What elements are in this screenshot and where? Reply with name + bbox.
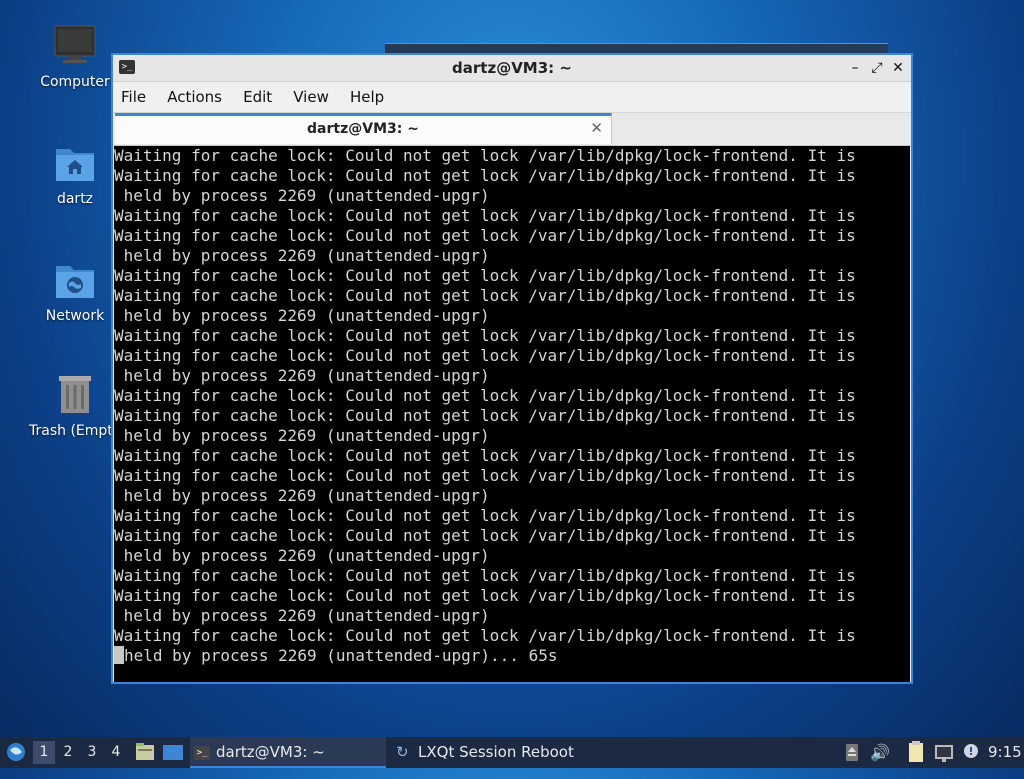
menu-actions[interactable]: Actions — [159, 82, 230, 112]
workspace-4[interactable]: 4 — [105, 741, 127, 764]
desktop-icon-label: Trash (Empt — [29, 423, 113, 439]
terminal-line: Waiting for cache lock: Could not get lo… — [114, 206, 856, 225]
terminal-line: Waiting for cache lock: Could not get lo… — [114, 226, 856, 245]
terminal-line: Waiting for cache lock: Could not get lo… — [114, 626, 856, 645]
terminal-line: Waiting for cache lock: Could not get lo… — [114, 286, 856, 305]
task-session-reboot[interactable]: ↻ LXQt Session Reboot — [392, 737, 592, 768]
desktop-icon-network[interactable]: Network — [25, 258, 125, 324]
restore-button[interactable]: ⤢ — [867, 58, 887, 78]
tray-up-arrow[interactable] — [845, 737, 859, 768]
desktop-icon — [163, 745, 183, 760]
terminal-line: Waiting for cache lock: Could not get lo… — [114, 446, 856, 465]
terminal-icon: >_ — [194, 745, 210, 760]
terminal-line: Waiting for cache lock: Could not get lo… — [114, 526, 856, 545]
reboot-icon: ↻ — [396, 743, 409, 761]
eject-icon — [846, 744, 858, 761]
terminal-line: Waiting for cache lock: Could not get lo… — [114, 326, 856, 345]
workspace-3[interactable]: 3 — [81, 741, 103, 764]
terminal-line: held by process 2269 (unattended-upgr) — [114, 246, 490, 265]
terminal-line-text: held by process 2269 (unattended-upgr)..… — [124, 646, 558, 665]
monitor-icon — [53, 24, 97, 68]
tab-bar: dartz@VM3: ~ ✕ — [113, 113, 911, 146]
tab-label: dartz@VM3: ~ — [307, 121, 419, 137]
desktop-icon-label: dartz — [56, 191, 94, 207]
terminal-line: held by process 2269 (unattended-upgr) — [114, 306, 490, 325]
trash-icon — [53, 373, 97, 417]
show-desktop-launcher[interactable] — [161, 737, 185, 768]
terminal-line: held by process 2269 (unattended-upgr) — [114, 486, 490, 505]
terminal-line: Waiting for cache lock: Could not get lo… — [114, 506, 856, 525]
desktop-icon-computer[interactable]: Computer — [25, 24, 125, 90]
terminal-line: held by process 2269 (unattended-upgr) — [114, 186, 490, 205]
terminal-line: held by process 2269 (unattended-upgr) — [114, 426, 490, 445]
window-title: dartz@VM3: ~ — [452, 59, 572, 77]
menu-edit[interactable]: Edit — [235, 82, 280, 112]
task-terminal[interactable]: >_ dartz@VM3: ~ — [190, 737, 386, 768]
task-label: dartz@VM3: ~ — [216, 743, 325, 761]
terminal-line: Waiting for cache lock: Could not get lo… — [114, 586, 856, 605]
terminal-line: Waiting for cache lock: Could not get lo… — [114, 346, 856, 365]
terminal-line: Waiting for cache lock: Could not get lo… — [114, 566, 856, 585]
minimize-button[interactable]: – — [845, 58, 865, 78]
terminal-line: Waiting for cache lock: Could not get lo… — [114, 406, 856, 425]
terminal-last-line: held by process 2269 (unattended-upgr)..… — [114, 646, 910, 666]
home-folder-icon — [53, 141, 97, 185]
desktop-icon-home[interactable]: dartz — [25, 141, 125, 207]
file-manager-launcher[interactable] — [134, 737, 156, 768]
volume-icon[interactable]: 🔊 — [870, 737, 890, 768]
terminal-line: held by process 2269 (unattended-upgr) — [114, 366, 490, 385]
workspace-2[interactable]: 2 — [57, 741, 79, 764]
tab-terminal[interactable]: dartz@VM3: ~ ✕ — [115, 113, 612, 144]
workspace-1[interactable]: 1 — [33, 741, 55, 764]
terminal-line: held by process 2269 (unattended-upgr) — [114, 606, 490, 625]
update-notifier-icon[interactable] — [961, 737, 981, 768]
terminal-window: >_ dartz@VM3: ~ – ⤢ ✕ File Actions Edit … — [111, 53, 913, 684]
terminal-line: held by process 2269 (unattended-upgr) — [114, 546, 490, 565]
terminal-line: Waiting for cache lock: Could not get lo… — [114, 386, 856, 405]
menu-help[interactable]: Help — [342, 82, 392, 112]
terminal-output[interactable]: Waiting for cache lock: Could not get lo… — [114, 146, 910, 682]
task-label: LXQt Session Reboot — [418, 743, 574, 761]
terminal-line: Waiting for cache lock: Could not get lo… — [114, 146, 856, 165]
terminal-cursor — [114, 646, 124, 664]
terminal-line: Waiting for cache lock: Could not get lo… — [114, 466, 856, 485]
terminal-line: Waiting for cache lock: Could not get lo… — [114, 266, 856, 285]
lxqt-logo-icon — [7, 743, 25, 761]
menu-bar: File Actions Edit View Help — [113, 82, 911, 113]
network-status-icon[interactable] — [933, 737, 955, 768]
network-folder-icon — [53, 258, 97, 302]
close-button[interactable]: ✕ — [888, 58, 908, 78]
app-menu-button[interactable] — [4, 737, 28, 768]
clipboard-icon[interactable] — [906, 737, 926, 768]
taskbar: 1 2 3 4 >_ dartz@VM3: ~ ↻ LXQt Session Reb… — [0, 737, 1024, 768]
desktop-icon-label: Network — [45, 308, 105, 324]
desktop-icon-trash[interactable]: Trash (Empt — [25, 373, 125, 439]
menu-file[interactable]: File — [113, 82, 154, 112]
tab-close-icon[interactable]: ✕ — [590, 119, 603, 137]
window-titlebar[interactable]: >_ dartz@VM3: ~ – ⤢ ✕ — [113, 55, 911, 82]
clock[interactable]: 9:15 — [988, 737, 1022, 768]
menu-view[interactable]: View — [285, 82, 337, 112]
terminal-line: Waiting for cache lock: Could not get lo… — [114, 166, 856, 185]
desktop-icon-label: Computer — [40, 74, 110, 90]
file-manager-icon — [136, 743, 154, 760]
